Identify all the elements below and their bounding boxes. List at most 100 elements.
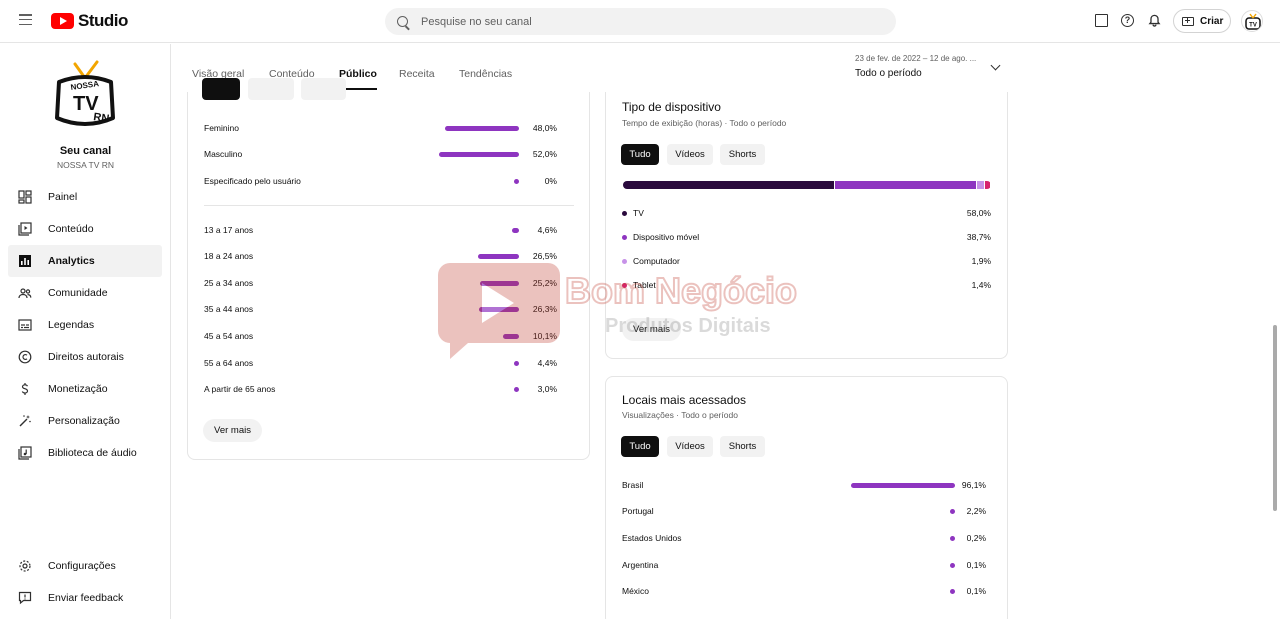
demographic-label: A partir de 65 anos [204,384,276,394]
top-locations-card: Locais mais acessados Visualizações · To… [605,376,1008,619]
avatar[interactable]: TV [1241,10,1263,32]
analytics-icon [18,254,32,268]
location-dot [950,588,955,594]
top-bar: Studio ? Criar TV [0,0,1280,43]
help-icon[interactable]: ? [1121,14,1134,27]
locations-chip-all[interactable]: Tudo [621,436,659,457]
create-button[interactable]: Criar [1173,9,1231,33]
youtube-play-icon [51,13,74,29]
subtitles-icon [18,318,32,332]
location-dot [950,535,955,541]
period-selector[interactable]: 23 de fev. de 2022 – 12 de ago. ... Todo… [855,54,976,79]
logo-text: Studio [78,11,128,30]
menu-icon[interactable] [19,14,32,25]
channel-avatar-icon: TV [1245,13,1261,30]
feedback-icon [18,591,32,605]
demographic-value: 3,0% [537,384,557,394]
demographic-dot [514,178,519,184]
sidebar-item-label: Comunidade [48,287,108,299]
device-chip-shorts[interactable]: Shorts [720,144,765,165]
bell-icon[interactable] [1148,14,1161,27]
sidebar-item-dollar[interactable]: Monetização [8,373,162,405]
device-label: Computador [633,256,680,266]
device-legend-dot [622,282,627,288]
chevron-down-icon[interactable] [990,60,1001,71]
device-chip-all[interactable]: Tudo [621,144,659,165]
location-dot [950,508,955,514]
demographic-dot [514,386,519,392]
device-legend-dot [622,210,627,216]
copyright-icon [18,350,32,364]
content-icon [18,222,32,236]
device-segment-1 [835,181,977,189]
demographic-bar [478,306,519,312]
search-input[interactable] [421,15,821,28]
device-segment-2 [977,181,984,189]
device-stacked-bar [623,181,991,189]
demographics-chip-all[interactable] [202,78,240,100]
tab-revenue[interactable]: Receita [399,68,435,90]
location-label: Brasil [622,480,644,490]
demographic-label: 25 a 34 anos [204,278,254,288]
demographic-bar [480,280,519,286]
demographics-chip-shorts[interactable] [301,78,346,100]
location-bar [851,482,955,488]
demographics-chip-videos[interactable] [248,78,294,100]
demographic-label: 18 a 24 anos [204,251,254,261]
device-chip-videos[interactable]: Vídeos [667,144,713,165]
channel-logo[interactable]: NOSSA TV RN [53,60,117,132]
sidebar-item-label: Enviar feedback [48,592,124,604]
sidebar-item-gear[interactable]: Configurações [8,550,162,582]
device-value: 1,4% [971,280,991,290]
subtitles-feedback-icon[interactable] [1095,14,1108,27]
sidebar-item-feedback[interactable]: Enviar feedback [8,582,162,614]
channel-title[interactable]: Seu canal [0,145,171,157]
device-value: 1,9% [971,256,991,266]
location-label: Argentina [622,560,659,570]
demographic-label: 13 a 17 anos [204,225,254,235]
demographic-label: Especificado pelo usuário [204,176,301,186]
demographic-value: 48,0% [532,123,557,133]
channel-logo-word-3: RN [93,111,110,125]
demographics-more-button[interactable]: Ver mais [203,419,262,442]
search-icon[interactable] [397,16,408,27]
sidebar-item-content[interactable]: Conteúdo [8,213,162,245]
location-label: Estados Unidos [622,533,682,543]
device-legend-dot [622,258,627,264]
location-label: México [622,586,649,596]
demographics-card: Ver mais Feminino 48,0% Masculino 52,0% Espe… [187,78,590,460]
studio-logo[interactable]: Studio [51,11,128,31]
locations-chip-shorts[interactable]: Shorts [720,436,765,457]
tab-trends[interactable]: Tendências [459,68,512,90]
device-more-button[interactable]: Ver mais [622,318,681,341]
demographic-label: Masculino [204,149,243,159]
dollar-icon [18,382,32,396]
period-range: 23 de fev. de 2022 – 12 de ago. ... [855,54,977,63]
locations-chip-videos[interactable]: Vídeos [667,436,713,457]
device-legend-dot [622,234,627,240]
location-label: Portugal [622,506,654,516]
sidebar-item-label: Legendas [48,319,95,331]
device-segment-0 [623,181,835,189]
locations-card-subtitle: Visualizações · Todo o período [622,410,738,420]
demographic-bar [478,253,519,259]
sidebar-item-dashboard[interactable]: Painel [8,181,162,213]
demographic-label: 55 a 64 anos [204,358,254,368]
location-dot [950,562,955,568]
sidebar-item-label: Biblioteca de áudio [48,447,137,459]
sidebar-item-label: Personalização [48,415,120,427]
sidebar-item-community[interactable]: Comunidade [8,277,162,309]
sidebar-item-subtitles[interactable]: Legendas [8,309,162,341]
device-type-card: Tipo de dispositivo Tempo de exibição (h… [605,92,1008,359]
svg-text:TV: TV [1249,23,1257,29]
community-icon [18,286,32,300]
search-bar[interactable] [385,8,896,35]
sidebar-item-copyright[interactable]: Direitos autorais [8,341,162,373]
device-value: 58,0% [966,208,991,218]
sidebar-item-analytics[interactable]: Analytics [8,245,162,277]
demographic-value: 10,1% [532,331,557,341]
page-scrollbar[interactable] [1273,325,1277,511]
sidebar-item-audio-library[interactable]: Biblioteca de áudio [8,437,162,469]
device-value: 38,7% [966,232,991,242]
sidebar-item-magic-wand[interactable]: Personalização [8,405,162,437]
